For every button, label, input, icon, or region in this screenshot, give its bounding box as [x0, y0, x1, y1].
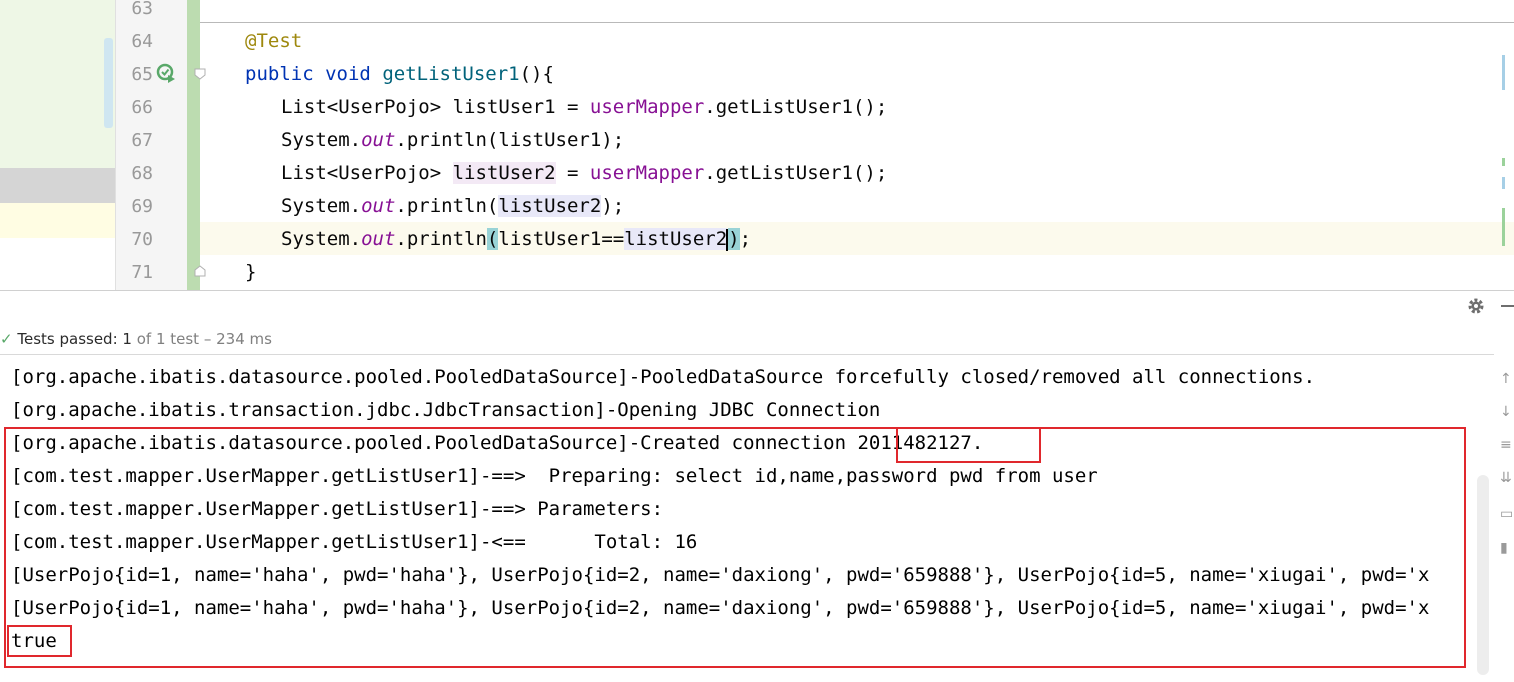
code-text: ); [601, 195, 625, 217]
type-name: List<UserPojo> [281, 96, 442, 118]
code-line-71: } [245, 256, 256, 289]
code-text: System. [281, 195, 362, 217]
arrow-up-icon[interactable]: ↑ [1500, 371, 1514, 387]
console-scrollbar[interactable] [1477, 475, 1489, 675]
project-panel-edge [0, 0, 115, 290]
type-name: List<UserPojo> [281, 162, 442, 184]
vcs-change-bar [187, 0, 200, 290]
method-name: getListUser1 [382, 63, 520, 85]
code-text: } [245, 261, 257, 283]
code-text: .getListUser1(); [704, 162, 888, 184]
code-line-69: System.out.println(listUser2); [281, 190, 624, 223]
status-label: Tests passed: [17, 330, 123, 348]
panel-green-area [0, 0, 115, 168]
scroll-marker [1502, 55, 1505, 90]
variable-usage: listUser2 [624, 228, 728, 250]
method-separator [200, 22, 1514, 23]
line-number: 63 [131, 0, 153, 19]
code-line-65: public void getListUser1(){ [245, 58, 554, 91]
keyword: public [245, 63, 314, 85]
minimize-icon[interactable] [1501, 305, 1514, 307]
annotation: @Test [245, 30, 303, 52]
scroll-marker [1502, 158, 1505, 166]
field-name: userMapper [589, 96, 705, 118]
console-line: [org.apache.ibatis.transaction.jdbc.Jdbc… [11, 399, 881, 421]
highlight-box-connection-id [896, 427, 1041, 463]
code-text: .println [395, 228, 487, 250]
fold-end-icon[interactable] [194, 265, 206, 277]
code-line-67: System.out.println(listUser1); [281, 124, 624, 157]
matched-paren: ) [728, 228, 740, 250]
keyword: void [325, 63, 371, 85]
status-detail: of 1 test – 234 ms [131, 330, 272, 348]
panel-scrollbar[interactable] [104, 38, 113, 128]
line-number: 67 [131, 130, 153, 151]
scroll-to-end-icon[interactable]: ⇊ [1500, 470, 1514, 486]
code-text: (){ [519, 63, 554, 85]
arrow-down-icon[interactable]: ↓ [1500, 404, 1514, 420]
code-editor[interactable]: 63 64 65 66 67 68 69 70 71 @Test public … [0, 0, 1514, 290]
line-number: 70 [131, 229, 153, 250]
line-number: 66 [131, 97, 153, 118]
panel-selected-row [0, 168, 115, 203]
variable-highlighted: listUser2 [452, 162, 556, 184]
divider [0, 354, 1494, 355]
code-text: System. [281, 228, 362, 250]
line-number: 65 [131, 64, 153, 85]
line-number: 71 [131, 262, 153, 283]
code-line-70: System.out.println(listUser1==listUser2)… [281, 223, 751, 256]
scroll-marker [1502, 208, 1505, 246]
print-icon[interactable]: ▭ [1500, 506, 1514, 522]
static-field: out [361, 228, 396, 250]
code-text: = [555, 162, 590, 184]
run-tool-window-header [0, 290, 1514, 323]
run-test-icon[interactable] [156, 63, 176, 83]
code-line-68: List<UserPojo> listUser2 = userMapper.ge… [281, 157, 887, 190]
code-text: = [555, 96, 590, 118]
static-field: out [361, 129, 396, 151]
code-text: .getListUser1(); [704, 96, 888, 118]
static-field: out [361, 195, 396, 217]
variable: listUser1 [452, 96, 556, 118]
code-line-64: @Test [245, 25, 302, 58]
highlight-box-result [7, 625, 72, 657]
passed-check-icon: ✓ [0, 330, 13, 348]
highlight-box-output [4, 427, 1466, 668]
code-text: listUser1== [498, 228, 625, 250]
console-line: [org.apache.ibatis.datasource.pooled.Poo… [11, 366, 1316, 388]
soft-wrap-icon[interactable]: ≡ [1500, 437, 1514, 453]
trash-icon[interactable]: ▮ [1500, 540, 1514, 556]
test-status: ✓ Tests passed: 1 of 1 test – 234 ms [0, 325, 272, 353]
matched-paren: ( [486, 228, 499, 250]
field-name: userMapper [589, 162, 705, 184]
panel-yellow-row [0, 203, 115, 238]
code-line-66: List<UserPojo> listUser1 = userMapper.ge… [281, 91, 887, 124]
line-number: 69 [131, 196, 153, 217]
code-text: .println(listUser1); [395, 129, 625, 151]
code-text: System. [281, 129, 362, 151]
variable-usage: listUser2 [498, 195, 602, 217]
scroll-marker [1502, 177, 1505, 189]
status-count: 1 [122, 330, 132, 348]
line-number: 64 [131, 31, 153, 52]
code-text: .println( [395, 195, 499, 217]
code-text: ; [739, 228, 752, 250]
gear-icon[interactable] [1466, 296, 1486, 316]
line-number: 68 [131, 163, 153, 184]
fold-icon[interactable] [194, 68, 206, 80]
